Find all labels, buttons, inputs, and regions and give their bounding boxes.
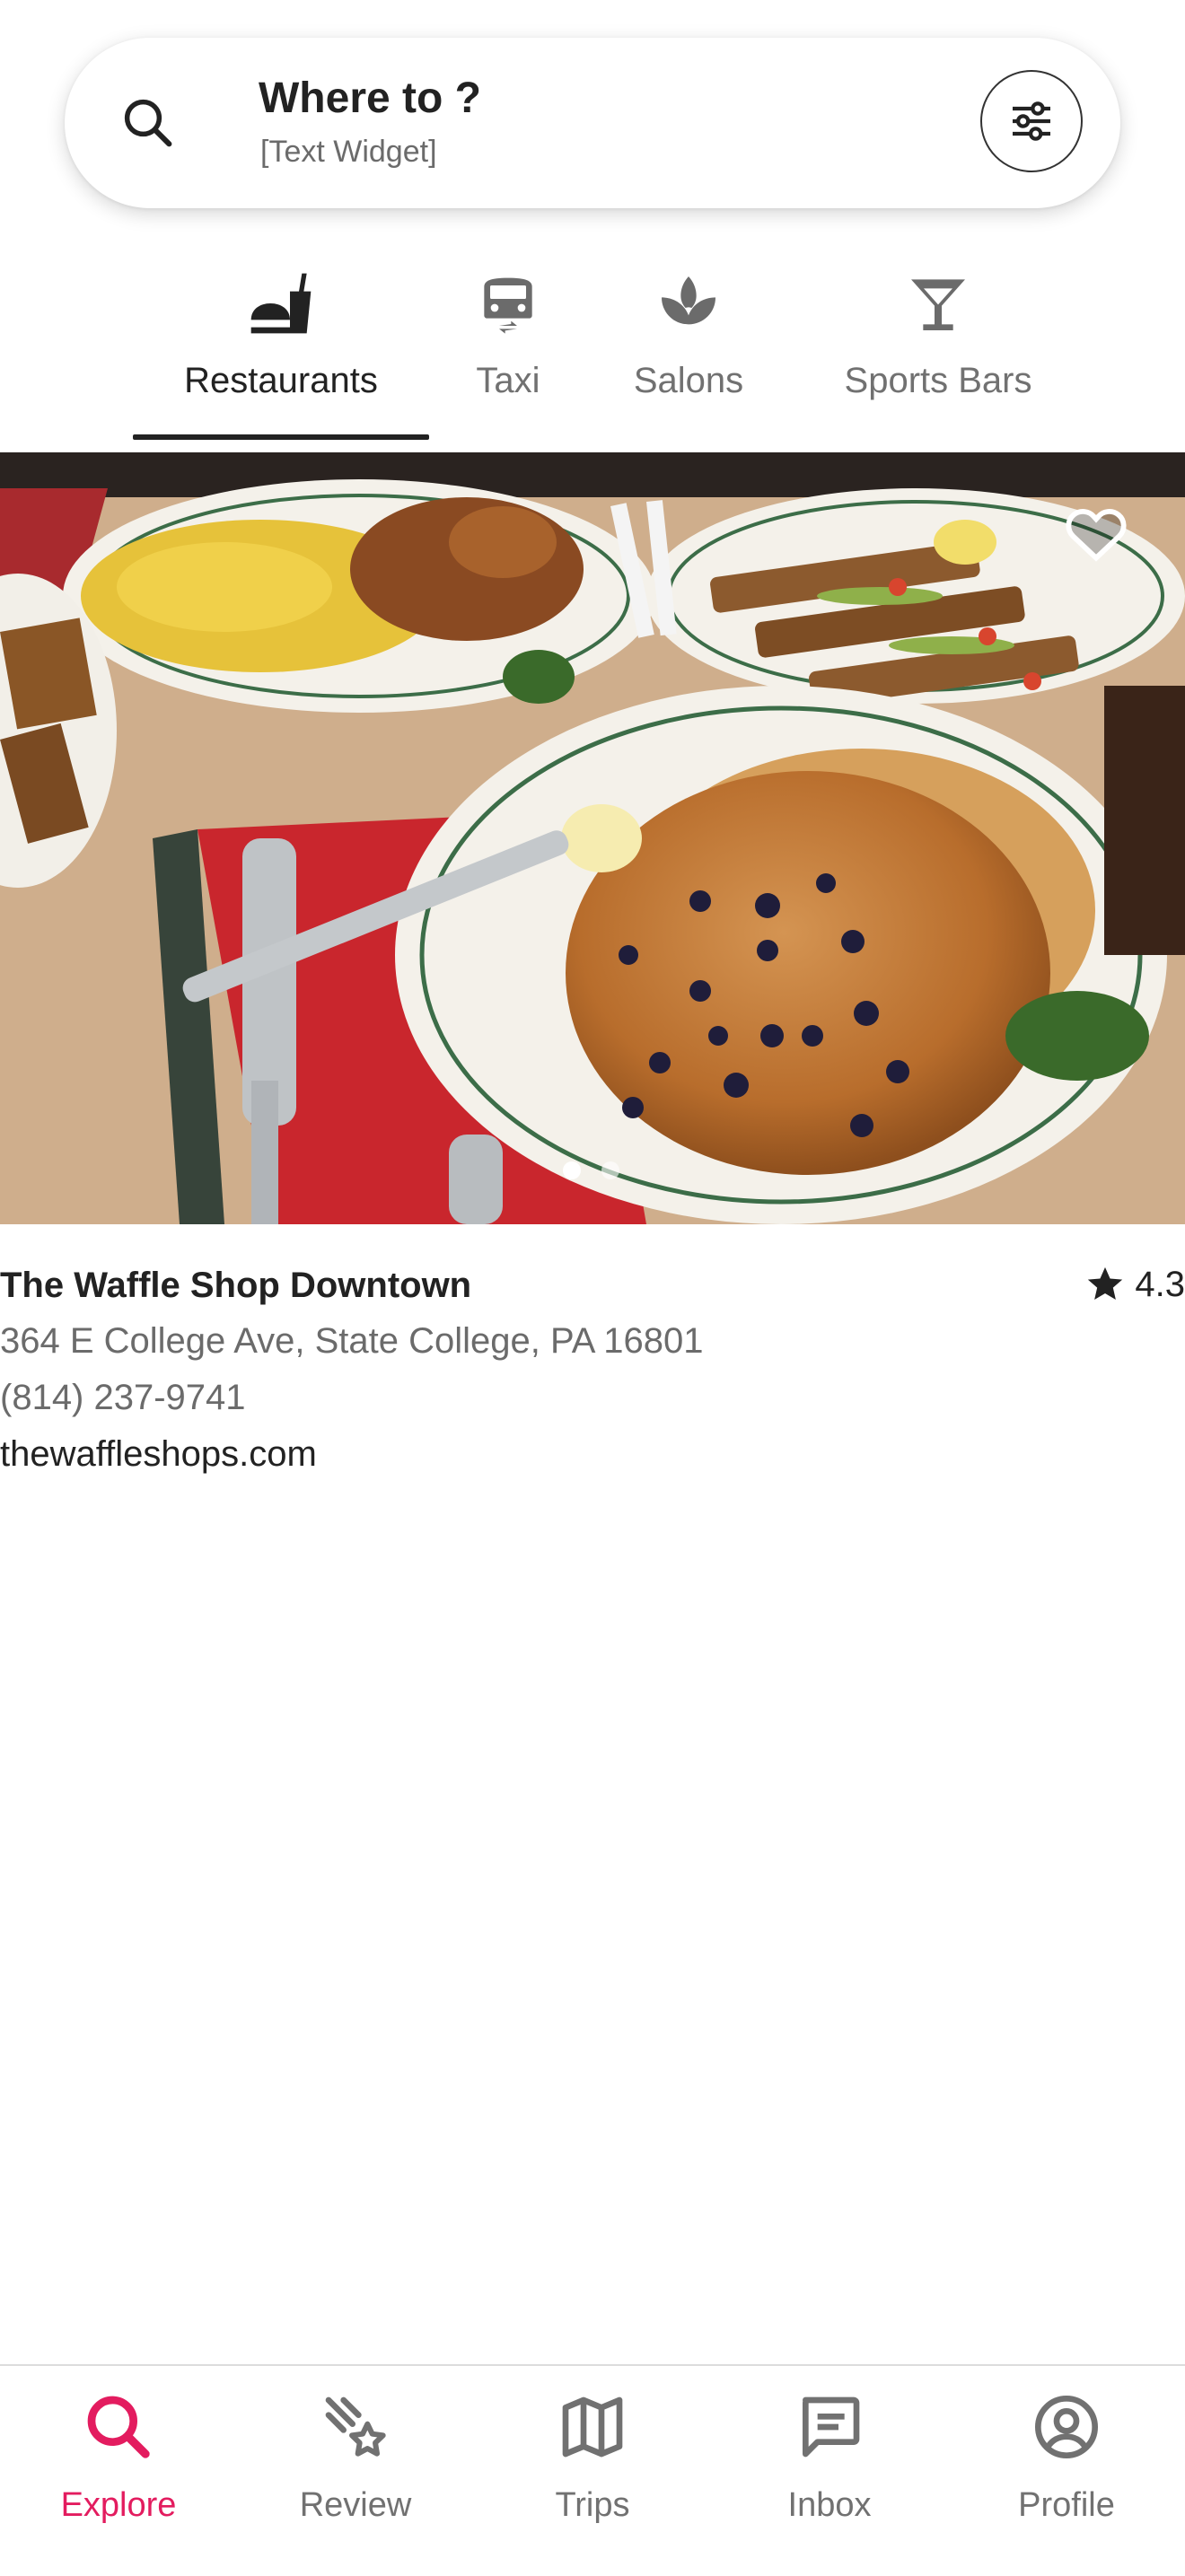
map-icon (562, 2396, 623, 2458)
nav-explore[interactable]: Explore (0, 2366, 237, 2574)
tab-sports-bars[interactable]: Sports Bars (819, 260, 1058, 440)
chat-icon (803, 2396, 860, 2458)
cocktail-icon (911, 279, 965, 330)
tab-restaurants[interactable]: Restaurants (133, 260, 429, 440)
listing-address: 364 E College Ave, State College, PA 168… (0, 1321, 704, 1361)
nav-profile[interactable]: Profile (948, 2366, 1185, 2574)
nav-review[interactable]: Review (237, 2366, 474, 2574)
star-icon (1088, 1266, 1123, 1301)
search-icon (124, 99, 172, 147)
sliders-icon (1013, 101, 1050, 141)
taxi-icon (484, 277, 532, 334)
filter-button[interactable] (980, 70, 1083, 172)
tab-salons-label: Salons (633, 361, 744, 400)
listing-photo[interactable] (0, 452, 1185, 1224)
active-tab-indicator (133, 434, 429, 440)
search-bar[interactable]: Where to ? [Text Widget] (65, 38, 1120, 208)
search-subtitle: [Text Widget] (260, 135, 437, 169)
pagination-dot-active[interactable] (563, 1161, 581, 1179)
nav-explore-label: Explore (60, 2486, 177, 2524)
nav-review-label: Review (299, 2486, 412, 2524)
pagination-dot[interactable] (601, 1161, 619, 1179)
tab-sports-bars-label: Sports Bars (844, 361, 1032, 400)
nav-profile-label: Profile (1018, 2486, 1115, 2524)
tab-salons[interactable]: Salons (623, 260, 754, 440)
nav-inbox-label: Inbox (787, 2486, 872, 2524)
food-photo-illustration (0, 452, 1185, 1224)
tab-taxi[interactable]: Taxi (458, 260, 558, 440)
listing-phone[interactable]: (814) 237-9741 (0, 1378, 246, 1418)
rating-value: 4.3 (1135, 1264, 1185, 1304)
tab-restaurants-label: Restaurants (184, 361, 378, 400)
photo-pagination-dots (0, 1161, 1185, 1183)
spa-icon (662, 276, 715, 325)
listing-rating: 4.3 (1084, 1264, 1185, 1305)
nav-trips[interactable]: Trips (474, 2366, 711, 2574)
bottom-nav: Explore Review Trips Inbox Profile (0, 2364, 1185, 2576)
review-stars-icon (325, 2396, 386, 2457)
restaurant-icon (250, 273, 312, 334)
category-tabs: Restaurants Taxi Salons Sports Bars (0, 260, 1185, 442)
listing-website[interactable]: thewaffleshops.com (0, 1434, 317, 1475)
favorite-heart-icon[interactable] (1065, 504, 1128, 562)
nav-inbox[interactable]: Inbox (711, 2366, 948, 2574)
tab-taxi-label: Taxi (476, 361, 540, 400)
listing-name[interactable]: The Waffle Shop Downtown (0, 1266, 471, 1306)
search-title: Where to ? (259, 74, 481, 122)
search-icon (87, 2396, 150, 2458)
nav-trips-label: Trips (555, 2486, 630, 2524)
profile-icon (1035, 2396, 1098, 2458)
